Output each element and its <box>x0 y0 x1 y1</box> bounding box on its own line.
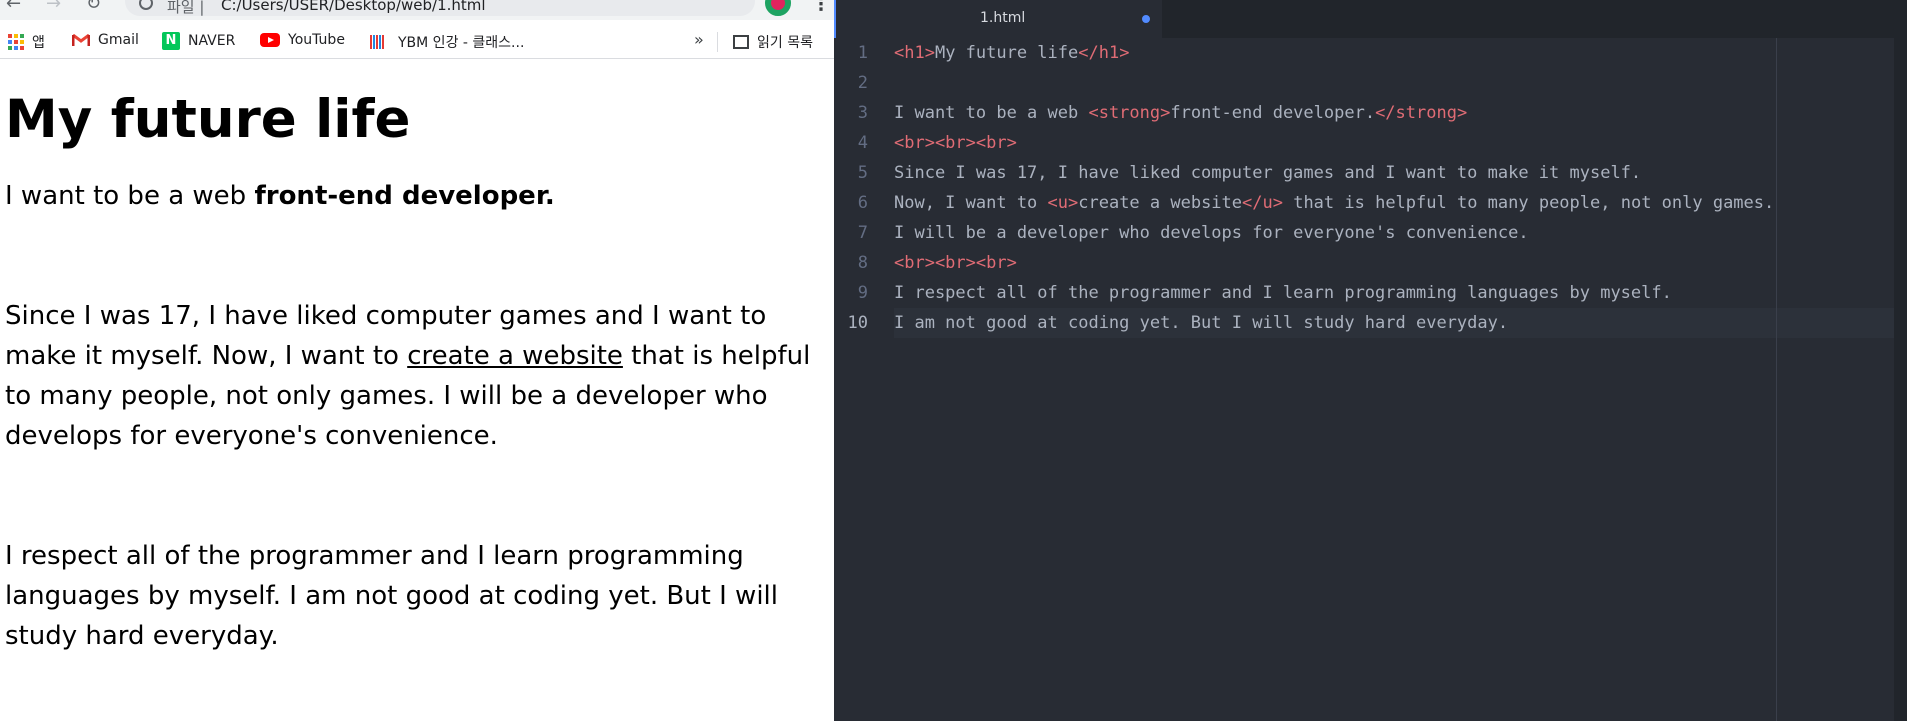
code-line-6[interactable]: Now, I want to <u>create a website</u> t… <box>894 193 1774 213</box>
text-token: My future life <box>934 43 1079 63</box>
intro-text: I want to be a web <box>5 181 255 211</box>
translate-icon[interactable]: ⊡ <box>637 0 650 3</box>
code-line-8[interactable]: <br><br><br> <box>894 253 1017 273</box>
story-underline: create a website <box>407 341 623 371</box>
web-page-content: My future life I want to be a web front-… <box>5 60 830 656</box>
naver-icon: N <box>162 32 180 50</box>
modified-dot-icon[interactable] <box>1142 15 1150 23</box>
gmail-icon <box>72 33 90 46</box>
line-number: 9 <box>857 283 868 303</box>
code-line-7[interactable]: I will be a developer who develops for e… <box>894 223 1529 243</box>
address-url[interactable]: C:/Users/USER/Desktop/web/1.html <box>221 0 486 14</box>
text-token: Now, I want to <box>894 193 1048 213</box>
star-icon[interactable]: ☆ <box>720 0 734 3</box>
reading-list-icon <box>733 35 749 49</box>
bookmark-label: YouTube <box>288 32 345 48</box>
bookmark-label: Gmail <box>98 32 139 48</box>
menu-kebab-icon[interactable]: ⋮ <box>812 0 830 15</box>
text-token: that is helpful to many people, not only… <box>1282 193 1775 213</box>
intro-strong: front-end developer. <box>254 181 555 211</box>
ybm-icon <box>370 35 390 49</box>
page-title: My future life <box>5 89 411 150</box>
text-token: I want to be a web <box>894 103 1089 123</box>
text-token: create a website <box>1078 193 1243 213</box>
line-number-gutter: 1 2 3 4 5 6 7 8 9 10 <box>834 38 894 721</box>
code-line-1[interactable]: <h1>My future life</h1> <box>894 43 1129 63</box>
bookmarks-divider <box>717 32 718 52</box>
line-number: 1 <box>857 43 868 63</box>
apps-grid-icon <box>8 34 24 50</box>
code-editor: 1.html 1 2 3 4 5 6 7 8 9 10 <h1>My futur… <box>834 0 1907 721</box>
more-bookmarks-chevron-icon[interactable]: » <box>694 30 704 49</box>
tag-token: </h1> <box>1078 43 1130 63</box>
line-number: 7 <box>857 223 868 243</box>
address-scheme: 파일 | <box>167 0 205 16</box>
code-line-4[interactable]: <br><br><br> <box>894 133 1017 153</box>
line-number: 2 <box>857 73 868 93</box>
youtube-icon <box>260 33 280 47</box>
back-arrow-icon[interactable]: ← <box>6 0 21 14</box>
line-number: 5 <box>857 163 868 183</box>
reading-list-label: 읽기 목록 <box>757 35 813 51</box>
line-number: 8 <box>857 253 868 273</box>
paragraph-story: Since I was 17, I have liked computer ga… <box>5 296 830 456</box>
paragraph-respect: I respect all of the programmer and I le… <box>5 541 778 651</box>
bookmark-naver[interactable]: N NAVER <box>162 32 235 50</box>
browser-window: ← → ↻ 파일 | C:/Users/USER/Desktop/web/1.h… <box>0 0 834 721</box>
line-number: 4 <box>857 133 868 153</box>
tag-token: </strong> <box>1375 103 1468 123</box>
bookmark-label: YBM 인강 - 클래스... <box>398 35 525 51</box>
line-number: 6 <box>857 193 868 213</box>
reload-icon[interactable]: ↻ <box>86 0 101 14</box>
tag-token: <h1> <box>894 43 935 63</box>
profile-avatar-icon[interactable] <box>765 0 791 16</box>
code-line-10[interactable]: I am not good at coding yet. But I will … <box>894 313 1508 333</box>
editor-scrollbar[interactable] <box>1894 38 1907 721</box>
editor-tab-bar: 1.html <box>834 0 1907 38</box>
address-bar[interactable]: 파일 | C:/Users/USER/Desktop/web/1.html ⊡ … <box>125 0 755 16</box>
line-number: 3 <box>857 103 868 123</box>
reading-list-button[interactable]: 읽기 목록 <box>733 32 813 52</box>
bookmark-gmail[interactable]: Gmail <box>72 32 139 48</box>
line-number: 10 <box>847 313 868 333</box>
tab-1-html[interactable]: 1.html <box>834 0 1162 38</box>
tag-token: </u> <box>1242 193 1283 213</box>
bookmarks-bar: 앱 Gmail N NAVER YouTube YBM 인강 - 클래스... … <box>0 24 834 59</box>
zoom-icon[interactable]: ⊕ <box>679 0 692 3</box>
code-line-9[interactable]: I respect all of the programmer and I le… <box>894 283 1672 303</box>
tab-label: 1.html <box>980 10 1026 26</box>
code-line-3[interactable]: I want to be a web <strong>front-end dev… <box>894 103 1467 123</box>
code-line-5[interactable]: Since I was 17, I have liked computer ga… <box>894 163 1641 183</box>
bookmark-label: NAVER <box>188 33 236 49</box>
forward-arrow-icon[interactable]: → <box>46 0 61 14</box>
browser-toolbar: ← → ↻ 파일 | C:/Users/USER/Desktop/web/1.h… <box>0 0 834 20</box>
bookmark-label: 앱 <box>32 35 45 51</box>
tag-token: <u> <box>1047 193 1079 213</box>
bookmark-apps[interactable]: 앱 <box>8 32 45 52</box>
info-icon[interactable] <box>139 0 153 10</box>
text-token: front-end developer. <box>1170 103 1376 123</box>
wrap-guide <box>1776 38 1777 721</box>
bookmark-ybm[interactable]: YBM 인강 - 클래스... <box>370 32 524 52</box>
tag-token: <strong> <box>1088 103 1171 123</box>
bookmark-youtube[interactable]: YouTube <box>260 32 345 48</box>
paragraph-intro: I want to be a web front-end developer. <box>5 176 830 216</box>
